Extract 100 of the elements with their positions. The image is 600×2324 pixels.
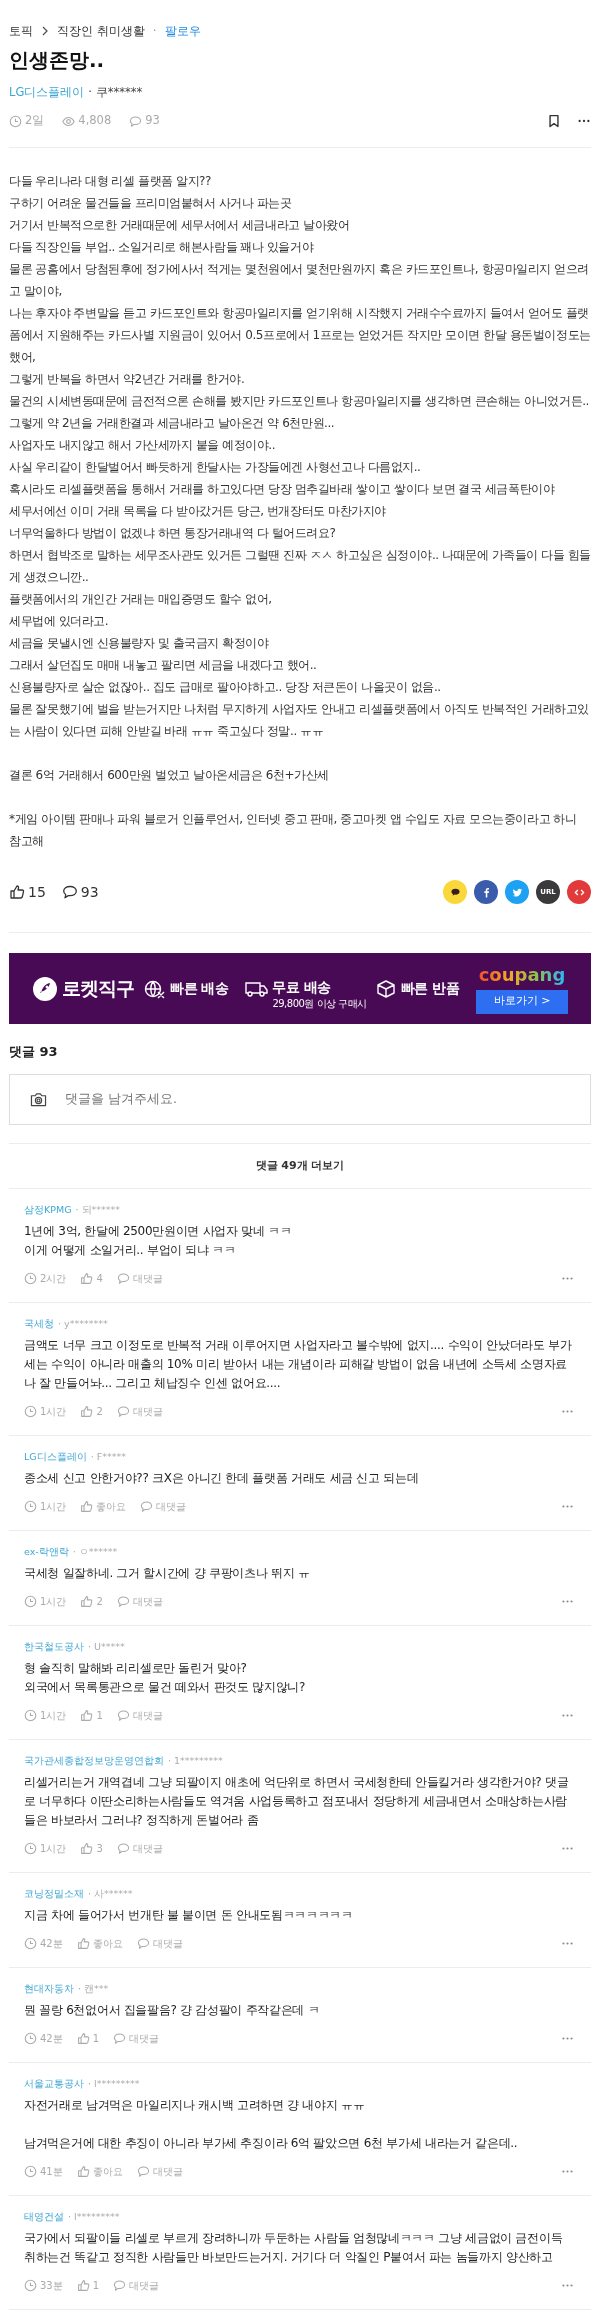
author-name: · ㅇ****** <box>72 1545 118 1559</box>
comment-text: 이게 어떻게 소일거리.. 부업이 되냐 ㅋㅋ <box>24 1242 237 1259</box>
clock-icon <box>24 1937 37 1950</box>
separator-dot: · <box>152 23 157 40</box>
thumbs-up-icon[interactable] <box>80 1709 94 1722</box>
thumbs-up-icon[interactable] <box>9 884 25 900</box>
comment-time: 41분 <box>40 2165 63 2179</box>
company-name: 한국철도공사 <box>24 1640 84 1654</box>
reply-link[interactable]: 대댓글 <box>132 1841 163 1856</box>
comment-text: 뭔 꼴랑 6천없어서 집을팔음? 걍 감성팔이 주작같은데 ㅋ <box>24 2002 321 2019</box>
follow-link[interactable]: 팔로우 <box>164 22 201 40</box>
reply-link[interactable]: 대댓글 <box>132 1594 163 1609</box>
twitter-share-button[interactable] <box>505 880 529 904</box>
clock-icon <box>24 1272 37 1285</box>
post-title: 인생존망.. <box>9 47 106 74</box>
comment-icon[interactable] <box>61 884 78 900</box>
more-comments-link[interactable]: 댓글 49개 더보기 <box>255 1157 345 1175</box>
comment-time: 1시간 <box>40 1842 67 1856</box>
comment-field[interactable]: 댓글을 남겨주세요. <box>9 1074 591 1125</box>
clock-icon <box>24 2032 37 2045</box>
post-paragraph: 다들 직장인들 부업.. 소일거리로 해본사람들 꽤나 있을거야 <box>9 239 315 256</box>
reply-link[interactable]: 대댓글 <box>132 1708 163 1723</box>
reply-link[interactable]: 대댓글 <box>156 1499 187 1514</box>
comment-input[interactable]: 댓글을 남겨주세요. <box>63 1089 570 1110</box>
ad-note: 29,800원 이상 구매시 <box>272 998 367 1010</box>
post-paragraph: 물론 잘못했기에 벌을 받는거지만 나처럼 무지하게 사업자도 안내고 리셀플랫폼에서 아직도 반복적인 거래하고있는 사람이 있다면 피해 안받길 바래 ㅠㅠ 죽고싶다 정말.. ㅠㅠ <box>9 701 590 740</box>
company-name: 삼정KPMG <box>24 1203 72 1217</box>
like-count: 1 <box>96 1709 103 1723</box>
clock-icon <box>24 1405 37 1418</box>
ad-go-button[interactable]: 바로가기 > <box>476 989 568 1014</box>
reply-link[interactable]: 대댓글 <box>129 2278 160 2293</box>
company-name: 국세청 <box>24 1317 54 1331</box>
company-name: 국가관세종합정보망운영연합회 <box>24 1754 164 1768</box>
reply-link[interactable]: 대댓글 <box>152 1936 183 1951</box>
comment-time: 33분 <box>40 2279 63 2293</box>
company-name: 현대자동차 <box>24 1982 74 1996</box>
comment-time: 42분 <box>40 1937 63 1951</box>
author-name: · y******** <box>58 1317 108 1331</box>
topic-link[interactable]: 직장인 취미생활 <box>57 22 145 40</box>
author-name: · 되****** <box>75 1203 121 1217</box>
company-name: ex-락앤락 <box>24 1545 69 1559</box>
comment-time: 2시간 <box>40 1272 67 1286</box>
comment-time: 1시간 <box>40 1405 67 1419</box>
post-paragraph: 혹시라도 리셀플랫폼을 통해서 거래를 하고있다면 당장 멈추길바래 쌓이고 쌓이다 보면 결국 세금폭탄이야 <box>9 481 556 498</box>
author-name: · U***** <box>88 1640 125 1654</box>
like-count: 좋아요 <box>92 2165 123 2179</box>
reply-link[interactable]: 대댓글 <box>152 2164 183 2179</box>
post-paragraph: 물건의 시세변동때문에 금전적으론 손해를 봤지만 카드포인트나 항공마일리지를 생각하면 큰손해는 아니었거든.. <box>9 393 590 410</box>
thumbs-up-icon[interactable] <box>76 2165 90 2178</box>
thumbs-up-icon[interactable] <box>80 1405 94 1418</box>
kakao-share-button[interactable] <box>443 880 467 904</box>
post-paragraph: 다들 우리나라 대형 리셀 플랫폼 알지?? <box>9 173 212 190</box>
like-count: 1 <box>92 2032 100 2046</box>
ad-title: 로켓직구 <box>62 976 134 1002</box>
globe-icon <box>144 978 166 999</box>
comment-icon <box>129 114 143 128</box>
clock-icon <box>24 2165 37 2178</box>
ad-banner[interactable]: 로켓직구 빠른 배송 무료 배송 29,800원 이상 구매시 빠른 반품 coupang 바로가기 > <box>9 953 591 1024</box>
breadcrumb-link[interactable]: 토픽 <box>9 22 33 40</box>
thumbs-up-icon[interactable] <box>76 2279 90 2292</box>
thumbs-up-icon[interactable] <box>76 1937 90 1950</box>
post-paragraph: 그렇게 약 2년을 거래한결과 세금내라고 날아온건 약 6천만원... <box>9 415 336 432</box>
post-paragraph: 사실 우리같이 한달벌어서 빠듯하게 한달사는 가장들에겐 사형선고나 다름없지.. <box>9 459 422 476</box>
thumbs-up-icon[interactable] <box>80 1272 94 1285</box>
facebook-share-button[interactable] <box>474 880 498 904</box>
post-paragraph: 그렇게 반복을 하면서 약2년간 거래를 한거야. <box>9 371 246 388</box>
post-paragraph: 플랫폼에서의 개인간 거래는 매입증명도 할수 없어, <box>9 591 273 608</box>
reply-link[interactable]: 대댓글 <box>132 1271 163 1286</box>
post-paragraph: 거기서 반복적으로한 거래때문에 세무서에서 세금내라고 날아왔어 <box>9 217 351 234</box>
camera-icon[interactable] <box>30 1092 47 1107</box>
company-name: 코닝정밀소재 <box>24 1887 84 1901</box>
thumbs-up-icon[interactable] <box>80 1842 94 1855</box>
comment-time: 1시간 <box>40 1709 67 1723</box>
comment-text: 1년에 3억, 한달에 2500만원이면 사업자 맞네 ㅋㅋ <box>24 1223 293 1240</box>
author-name: · F***** <box>90 1450 126 1464</box>
post-paragraph: 사업자도 내지않고 해서 가산세까지 붙을 예정이야.. <box>9 437 277 454</box>
post-paragraph: 너무억울하다 방법이 없겠냐 하면 통장거래내역 다 털어드려요? <box>9 525 337 542</box>
ad-feature: 무료 배송 <box>272 978 332 997</box>
embed-code-button[interactable] <box>567 880 591 904</box>
reply-link[interactable]: 대댓글 <box>132 1404 163 1419</box>
eye-icon <box>62 114 76 128</box>
reply-link[interactable]: 대댓글 <box>129 2031 160 2046</box>
thumbs-up-icon[interactable] <box>80 1595 94 1608</box>
post-paragraph: 나는 후자야 주변말을 듣고 카드포인트와 항공마일리지를 얻기위해 시작했지 거래수수료까지 들여서 얻어도 플랫폼에서 지원해주는 카드사별 지원금이 있어서 0.5프로에서 1프로는 얻었거든 작지만 모이면 한달 용돈벌이정도는 했어, <box>9 305 591 366</box>
company-name: LG디스플레이 <box>24 1450 87 1464</box>
like-count: 2 <box>96 1595 103 1609</box>
author-name: · 1********* <box>168 1754 223 1768</box>
author-name: · l********* <box>88 2077 140 2091</box>
like-count: 좋아요 <box>96 1500 127 1514</box>
clock-icon <box>9 114 22 128</box>
thumbs-up-icon[interactable] <box>80 1500 94 1513</box>
like-count: 3 <box>96 1842 103 1856</box>
bookmark-icon[interactable] <box>547 114 561 128</box>
comment-text: 국세청 일잘하네. 그거 할시간에 걍 쿠팡이츠나 뛰지 ㅠ <box>24 1565 311 1582</box>
author-name: · 사****** <box>88 1887 133 1901</box>
box-icon <box>374 978 397 999</box>
author-name: · 쿠****** <box>88 84 143 100</box>
thumbs-up-icon[interactable] <box>76 2032 90 2045</box>
company-name: 서울교통공사 <box>24 2077 84 2091</box>
comment-text: 자전거래로 남겨먹은 마일리지나 캐시백 고려하면 걍 내야지 ㅠㅠ <box>24 2097 366 2114</box>
